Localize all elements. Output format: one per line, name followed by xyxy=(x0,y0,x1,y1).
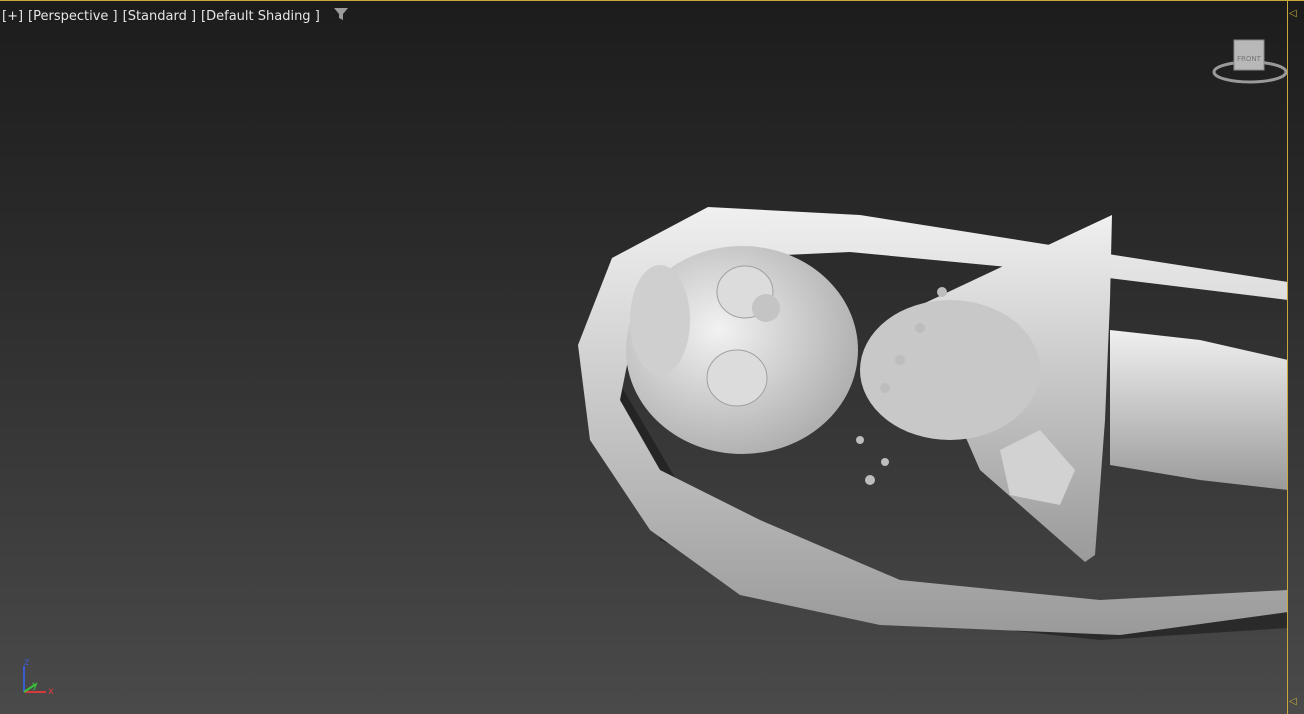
viewcube[interactable]: FRONT xyxy=(1208,34,1292,90)
rail-arrow-bottom-icon[interactable]: ◁ xyxy=(1289,696,1297,707)
viewport-right-border xyxy=(1287,0,1288,714)
filter-icon[interactable] xyxy=(333,6,349,26)
viewcube-face-label: FRONT xyxy=(1237,55,1262,63)
axis-z-label: z xyxy=(24,657,29,668)
rail-arrow-top-icon[interactable]: ◁ xyxy=(1289,8,1297,19)
viewport-plus-menu[interactable]: [+] xyxy=(2,9,23,24)
axis-y-label: y xyxy=(32,680,38,691)
viewport-mode-menu[interactable]: [Standard ] xyxy=(123,9,196,24)
character-model-render[interactable] xyxy=(0,0,1288,714)
axis-tripod-icon: z y x xyxy=(23,657,54,697)
viewport-point-of-view-menu[interactable]: [Perspective ] xyxy=(28,9,118,24)
viewport-shading-menu[interactable]: [Default Shading ] xyxy=(201,9,320,24)
viewport-perspective[interactable]: [+] [Perspective ] [Standard ] [Default … xyxy=(0,0,1304,714)
axis-x-label: x xyxy=(48,686,54,697)
viewport-label-menu: [+] [Perspective ] [Standard ] [Default … xyxy=(2,6,354,26)
